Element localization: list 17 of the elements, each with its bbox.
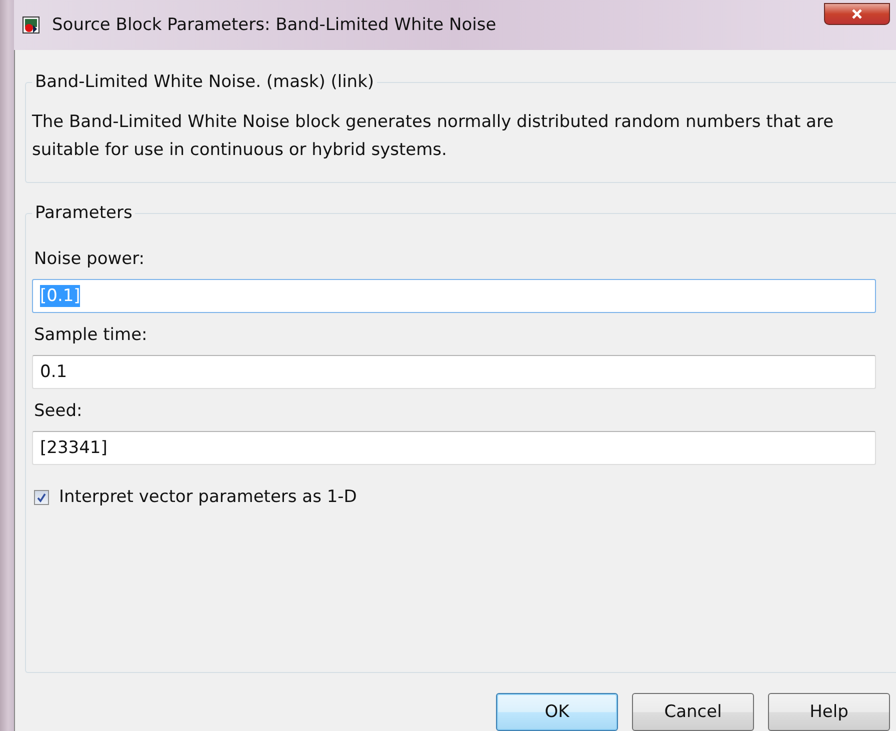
dialog-button[interactable]: Cancel — [632, 693, 754, 731]
close-button[interactable] — [824, 3, 890, 25]
group-title: Parameters — [34, 203, 134, 223]
field-label: Sample time: — [34, 325, 148, 345]
checkbox[interactable] — [34, 490, 49, 504]
field-label: Noise power: — [34, 249, 146, 269]
group-title: Band-Limited White Noise. (mask) (link) — [34, 72, 376, 92]
description-text: The Band-Limited White Noise block generates normally distributed random numbers that are suitable for use in continuous or hybrid systems. — [32, 111, 835, 162]
dialog-button[interactable]: OK — [496, 693, 618, 731]
dialog-button[interactable]: Help — [768, 693, 890, 731]
input-field[interactable]: 0.1 — [32, 355, 876, 389]
field-label: Seed: — [34, 401, 84, 421]
checkbox-label: Interpret vector parameters as 1-D — [59, 487, 357, 507]
window-title: Source Block Parameters: Band-Limited White Noise — [52, 15, 496, 35]
close-icon — [851, 9, 863, 19]
input-field[interactable]: [23341] — [32, 431, 876, 465]
block-icon — [22, 16, 40, 34]
